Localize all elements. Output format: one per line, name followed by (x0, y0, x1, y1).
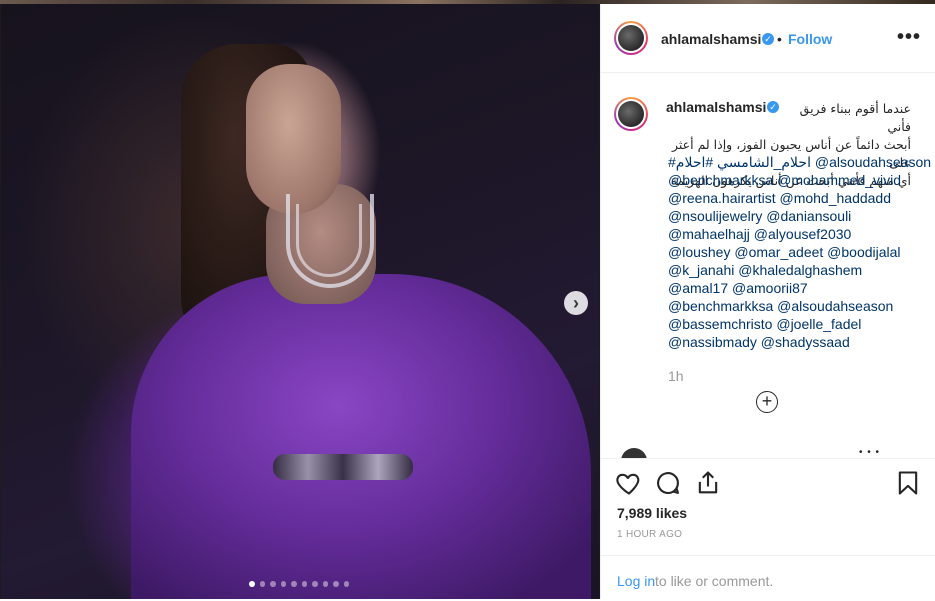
load-more-label: + (761, 391, 773, 411)
heart-icon[interactable] (615, 469, 643, 497)
carousel-dot (291, 581, 297, 587)
carousel-dot (312, 581, 318, 587)
avatar-image (618, 25, 644, 51)
share-icon[interactable] (694, 469, 722, 497)
photo-belt (273, 454, 413, 480)
header-separator: • (777, 31, 782, 47)
photo-dress (131, 274, 591, 599)
caption-mention-line[interactable]: @bassemchristo @joelle_fadel (668, 315, 928, 333)
carousel-next-button[interactable]: › (564, 291, 588, 315)
carousel-dot (249, 581, 255, 587)
carousel-dot (259, 581, 265, 587)
plus-circle-icon[interactable]: + (756, 391, 778, 413)
caption-mention-line[interactable]: @benchmarkksa @alsoudahseason (668, 297, 928, 315)
comments-area[interactable]: ahlamalshamsi ✓ عندما أقوم ببناء فريق فأ… (601, 73, 935, 458)
carousel-dot (333, 581, 339, 587)
caption-mention-line[interactable]: @reena.hairartist @mohd_haddadd (668, 189, 928, 207)
next-comment-avatar (621, 448, 647, 458)
caption-arabic-line: عندما أقوم ببناء فريق فأني (799, 101, 911, 134)
carousel-dot (322, 581, 328, 587)
caption-mention-line[interactable]: @amal17 @amoorii87 (668, 279, 928, 297)
post-actions: 7,989 likes 1 HOUR AGO Log in to like or… (601, 458, 935, 600)
caption-time: 1h (668, 368, 684, 384)
next-comment-more: • • • (859, 447, 881, 458)
photo-face (246, 64, 341, 214)
caption-mention-line[interactable]: @nassibmady @shadyssaad (668, 333, 928, 351)
header-username[interactable]: ahlamalshamsi (661, 31, 761, 47)
caption-avatar[interactable] (614, 97, 648, 131)
comment-icon[interactable] (654, 469, 682, 497)
carousel-indicator (249, 581, 349, 589)
avatar[interactable] (614, 21, 648, 55)
login-link[interactable]: Log in (617, 573, 655, 589)
carousel-dot (280, 581, 286, 587)
caption-mention-line[interactable]: #احلام_الشامسي #احلام @alsoudahseason (668, 153, 931, 171)
login-prompt: Log in to like or comment. (601, 555, 935, 601)
caption-mention-line[interactable]: @loushey @omar_adeet @boodijalal (668, 243, 928, 261)
post-header: ahlamalshamsi ✓ • Follow ••• (601, 4, 935, 73)
bookmark-icon[interactable] (894, 469, 922, 497)
likes-count[interactable]: 7,989 likes (617, 505, 687, 521)
caption-mention-line[interactable]: @k_janahi @khaledalghashem (668, 261, 928, 279)
post-side-panel: ahlamalshamsi ✓ • Follow ••• ahlamalsham… (600, 4, 935, 599)
caption-mention-line[interactable]: @nsoulijewelry @daniansouli (668, 207, 928, 225)
chevron-right-icon: › (573, 293, 579, 313)
follow-button[interactable]: Follow (788, 31, 832, 47)
verified-badge-icon: ✓ (762, 33, 774, 45)
caption-mention-line[interactable]: @mahaelhajj @alyousef2030 (668, 225, 928, 243)
caption-mentions: #احلام_الشامسي #احلام @alsoudahseason @be… (668, 153, 931, 351)
photo-necklace-inner (296, 204, 362, 277)
caption-mention-line[interactable]: @benchmarkksa @mohammed_vivid (668, 171, 928, 189)
more-options-icon[interactable]: ••• (897, 26, 921, 49)
login-prompt-text: to like or comment. (655, 573, 774, 589)
carousel-dot (343, 581, 349, 587)
carousel-dot (270, 581, 276, 587)
post-timestamp[interactable]: 1 HOUR AGO (617, 529, 682, 540)
caption-avatar-image (618, 101, 644, 127)
post-photo[interactable] (1, 4, 599, 599)
carousel-dot (301, 581, 307, 587)
